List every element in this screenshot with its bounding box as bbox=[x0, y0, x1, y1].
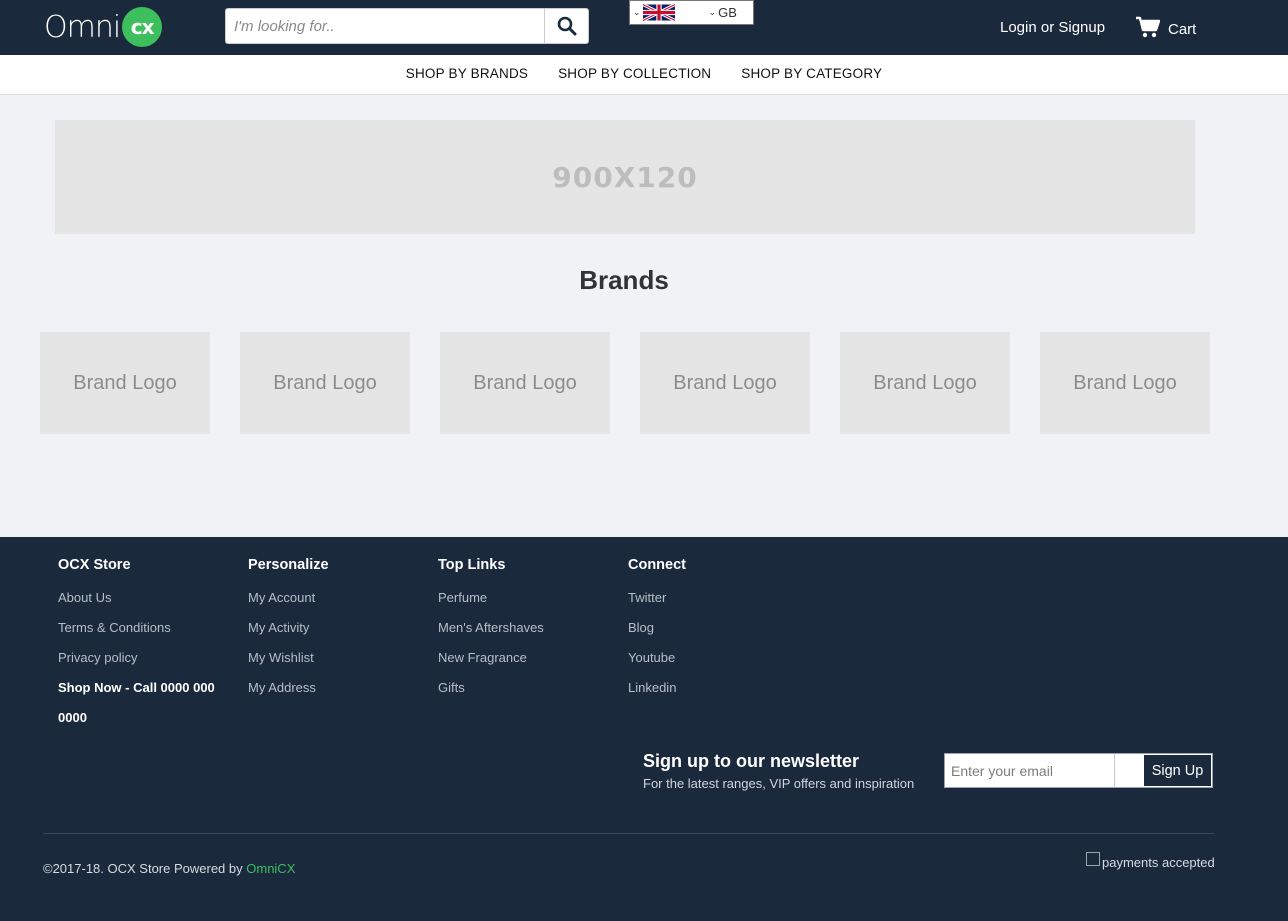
brand-tile[interactable]: Brand Logo bbox=[640, 332, 810, 434]
brand-logo-text: Brand Logo bbox=[673, 371, 777, 394]
language-selector[interactable]: ⌄ ⌄ GB bbox=[629, 0, 754, 25]
footer-link-mens-aftershaves[interactable]: Men's Aftershaves bbox=[438, 613, 544, 643]
newsletter-signup-button[interactable]: Sign Up bbox=[1144, 755, 1211, 786]
omnicx-link[interactable]: OmniCX bbox=[246, 861, 295, 876]
newsletter-subtitle: For the latest ranges, VIP offers and in… bbox=[643, 776, 915, 791]
nav-shop-by-collection[interactable]: SHOP BY COLLECTION bbox=[543, 55, 726, 94]
footer-call-text: Shop Now - Call 0000 000 0000 bbox=[58, 680, 215, 725]
footer-link-new-fragrance[interactable]: New Fragrance bbox=[438, 643, 544, 673]
promo-banner[interactable]: 900X120 bbox=[55, 120, 1195, 234]
chevron-down-icon: ⌄ bbox=[633, 7, 641, 17]
uk-flag-icon bbox=[642, 4, 675, 21]
footer-divider bbox=[43, 833, 1214, 834]
brand-logo-text: Brand Logo bbox=[73, 371, 177, 394]
site-footer: OCX Store About Us Terms & Conditions Pr… bbox=[0, 537, 1288, 921]
footer-link-about-us[interactable]: About Us bbox=[58, 583, 218, 613]
copyright-prefix: ©2017-18. OCX Store Powered by bbox=[43, 861, 247, 876]
top-header: Omni cx ⌄ ⌄ GB Login or Signup bbox=[0, 0, 1288, 55]
footer-link-twitter[interactable]: Twitter bbox=[628, 583, 686, 613]
footer-col-personalize: Personalize My Account My Activity My Wi… bbox=[248, 557, 329, 703]
brand-tile[interactable]: Brand Logo bbox=[440, 332, 610, 434]
newsletter-form: Sign Up bbox=[944, 753, 1213, 788]
brands-heading: Brands bbox=[579, 265, 669, 295]
main-nav: SHOP BY BRANDS SHOP BY COLLECTION SHOP B… bbox=[0, 55, 1288, 95]
brand-logo-text: Brand Logo bbox=[473, 371, 577, 394]
brand-logo-text: Brand Logo bbox=[873, 371, 977, 394]
search-input[interactable] bbox=[226, 9, 544, 43]
logo-text: Omni bbox=[44, 9, 121, 45]
brand-tile[interactable]: Brand Logo bbox=[840, 332, 1010, 434]
broken-image-icon bbox=[1086, 852, 1100, 866]
logo-badge: cx bbox=[122, 7, 163, 47]
footer-link-privacy[interactable]: Privacy policy bbox=[58, 643, 218, 673]
footer-col-store: OCX Store About Us Terms & Conditions Pr… bbox=[58, 557, 218, 733]
brand-tile[interactable]: Brand Logo bbox=[240, 332, 410, 434]
chevron-down-icon: ⌄ bbox=[708, 7, 717, 17]
newsletter-email-input[interactable] bbox=[945, 754, 1115, 787]
footer-link-my-wishlist[interactable]: My Wishlist bbox=[248, 643, 329, 673]
brand-logo-text: Brand Logo bbox=[273, 371, 377, 394]
footer-link-youtube[interactable]: Youtube bbox=[628, 643, 686, 673]
footer-link-linkedin[interactable]: Linkedin bbox=[628, 673, 686, 703]
cart-button[interactable]: Cart bbox=[1136, 16, 1196, 38]
footer-col-connect: Connect Twitter Blog Youtube Linkedin bbox=[628, 557, 686, 703]
banner-placeholder-text: 900X120 bbox=[552, 160, 698, 194]
nav-shop-by-category[interactable]: SHOP BY CATEGORY bbox=[726, 55, 897, 94]
footer-link-my-activity[interactable]: My Activity bbox=[248, 613, 329, 643]
footer-col-title: Personalize bbox=[248, 557, 329, 573]
site-logo[interactable]: Omni cx bbox=[44, 6, 163, 48]
newsletter-title: Sign up to our newsletter bbox=[643, 751, 860, 771]
cart-icon bbox=[1136, 16, 1160, 38]
brand-tile[interactable]: Brand Logo bbox=[40, 332, 210, 434]
footer-link-perfume[interactable]: Perfume bbox=[438, 583, 544, 613]
footer-col-title: Top Links bbox=[438, 557, 506, 573]
brand-tile[interactable]: Brand Logo bbox=[1040, 332, 1210, 434]
footer-link-my-account[interactable]: My Account bbox=[248, 583, 329, 613]
footer-link-terms[interactable]: Terms & Conditions bbox=[58, 613, 218, 643]
search-icon bbox=[557, 16, 576, 36]
payments-alt-text: payments accepted bbox=[1102, 855, 1215, 870]
brand-logo-text: Brand Logo bbox=[1073, 371, 1177, 394]
footer-link-gifts[interactable]: Gifts bbox=[438, 673, 544, 703]
footer-link-my-address[interactable]: My Address bbox=[248, 673, 329, 703]
payments-accepted-image: payments accepted bbox=[1086, 852, 1215, 870]
search-button[interactable] bbox=[544, 9, 588, 43]
language-label: GB bbox=[718, 5, 737, 20]
search-bar bbox=[225, 8, 589, 44]
newsletter-spacer bbox=[1115, 754, 1143, 787]
copyright-text: ©2017-18. OCX Store Powered by OmniCX bbox=[43, 861, 295, 876]
login-signup-link[interactable]: Login or Signup bbox=[1000, 19, 1105, 36]
cart-label: Cart bbox=[1168, 20, 1197, 38]
footer-col-top-links: Top Links Perfume Men's Aftershaves New … bbox=[438, 557, 544, 703]
footer-link-blog[interactable]: Blog bbox=[628, 613, 686, 643]
nav-shop-by-brands[interactable]: SHOP BY BRANDS bbox=[391, 55, 543, 94]
footer-col-title: OCX Store bbox=[58, 557, 131, 573]
footer-col-title: Connect bbox=[628, 557, 686, 573]
